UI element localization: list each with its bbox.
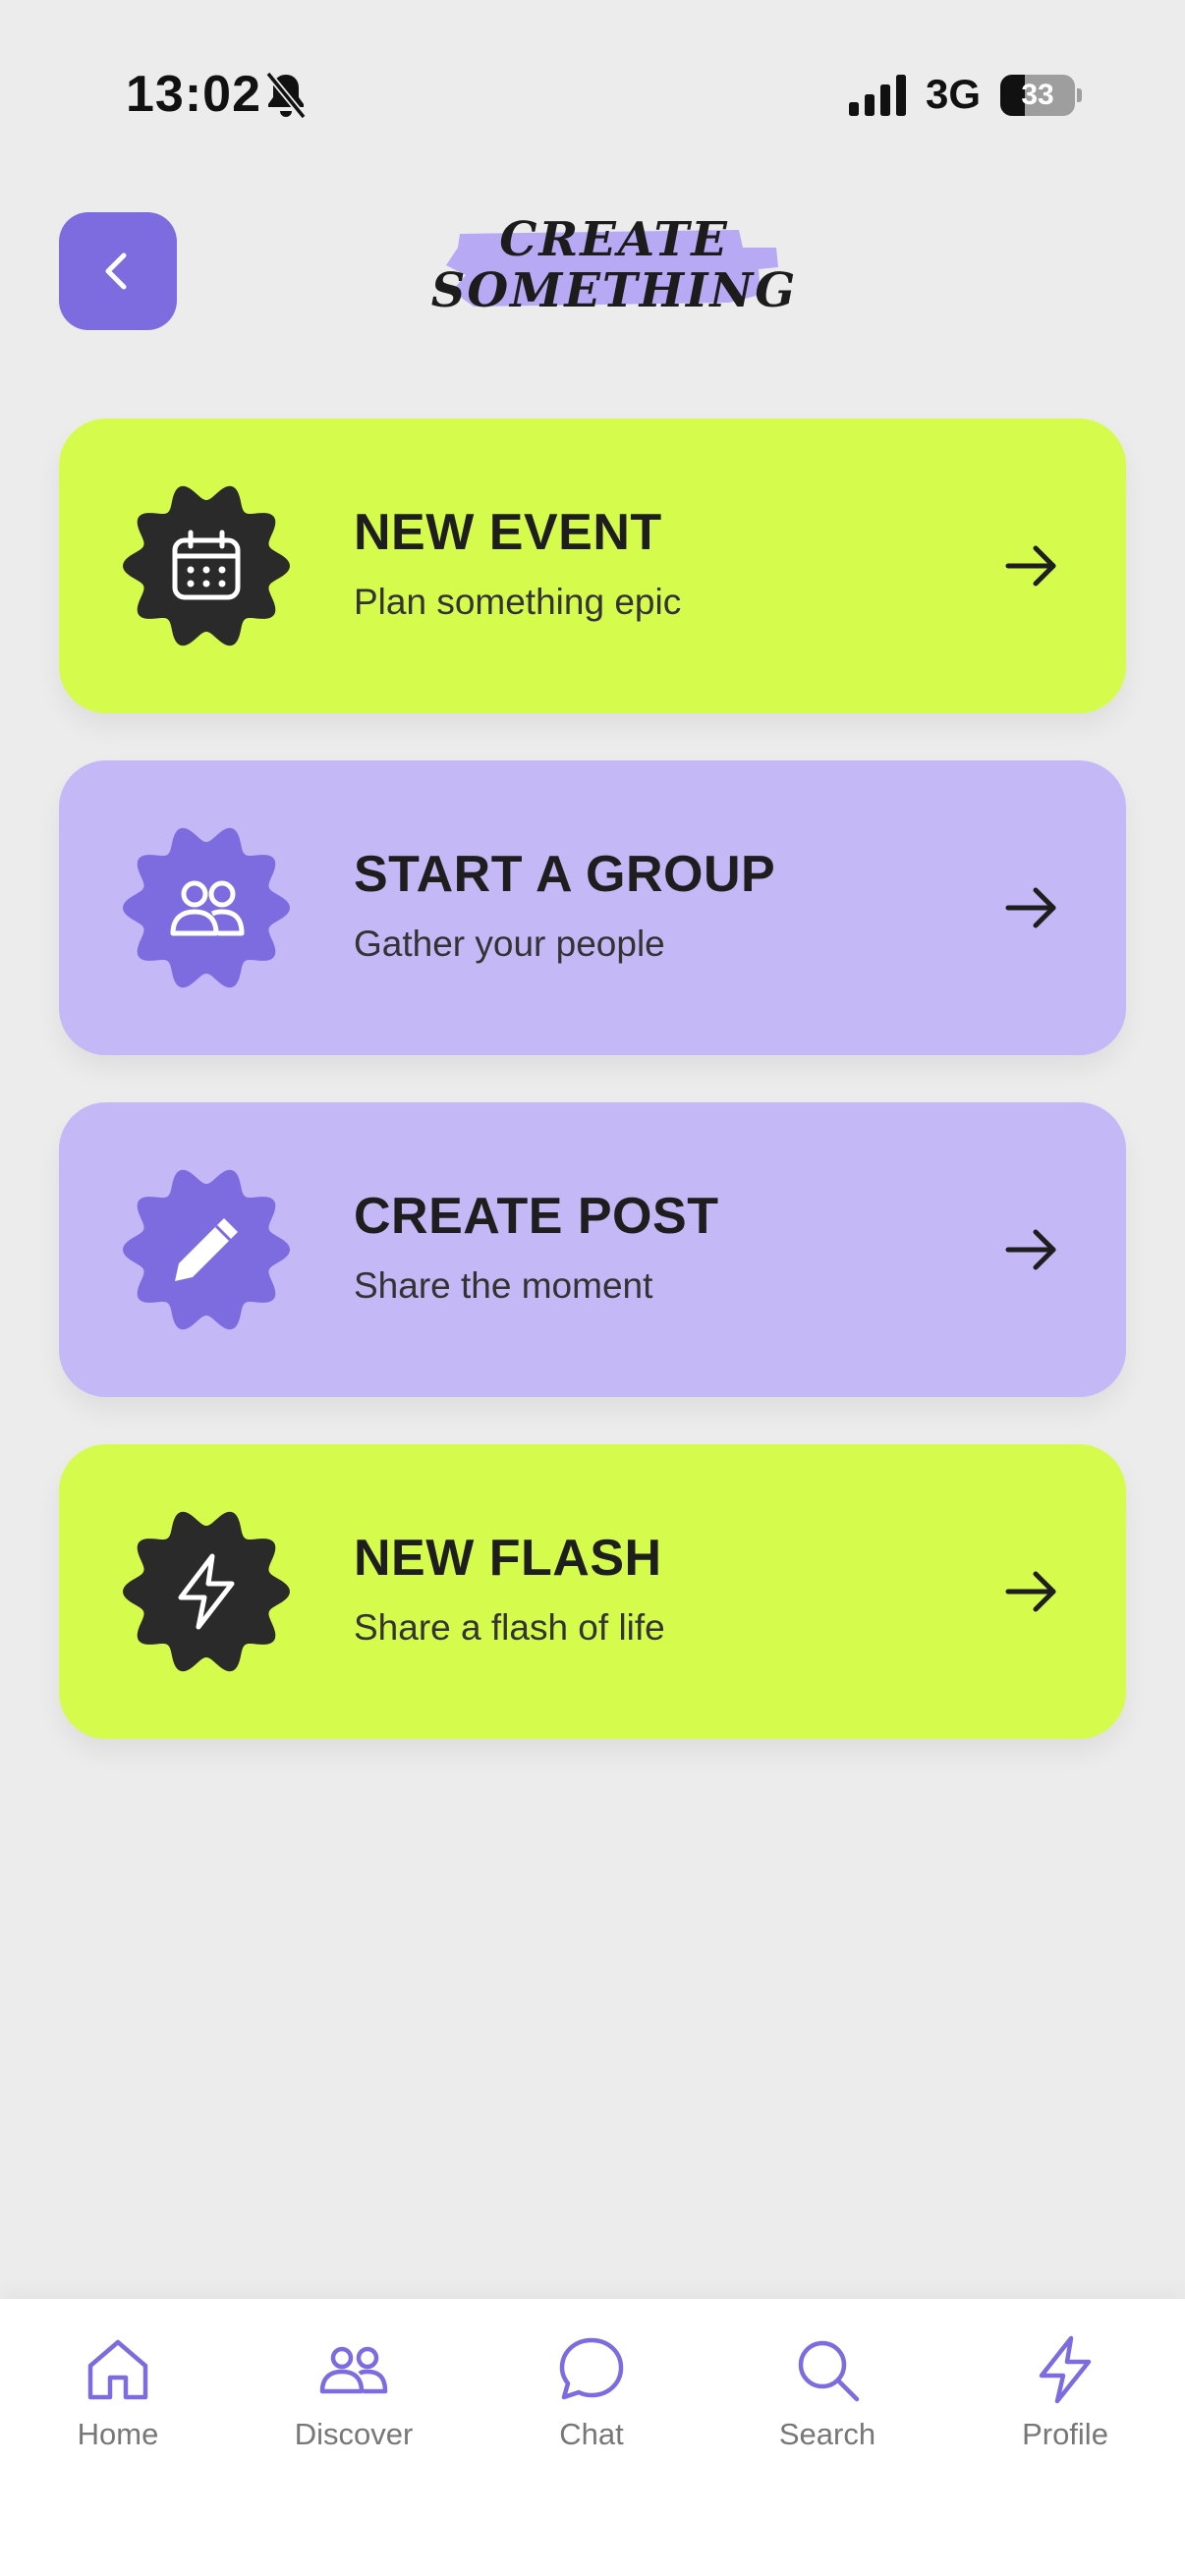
chevron-left-icon xyxy=(105,252,127,290)
battery-level: 33 xyxy=(1021,79,1054,111)
card-title: START A GROUP xyxy=(354,846,776,903)
pencil-icon xyxy=(175,1218,238,1281)
battery-icon: 33 xyxy=(1000,75,1082,116)
arrow-right-icon xyxy=(1005,1229,1056,1270)
create-something-screen: 13:02 3G 33 CREATE SOMETHING NEW EVENT P… xyxy=(0,0,1185,2576)
signal-bars-icon xyxy=(849,75,906,116)
bottom-nav: Home Discover Chat Search Profile xyxy=(0,2299,1185,2576)
logo-line-2: SOMETHING xyxy=(430,263,798,318)
post-badge xyxy=(120,1163,293,1336)
people-icon xyxy=(170,880,245,936)
people-icon xyxy=(319,2346,388,2394)
nav-home-label: Home xyxy=(77,2417,159,2451)
calendar-icon xyxy=(172,530,241,600)
lightning-icon xyxy=(1039,2335,1092,2404)
card-title: CREATE POST xyxy=(354,1188,719,1245)
nav-home[interactable]: Home xyxy=(20,2334,216,2482)
new-event-card[interactable]: NEW EVENT Plan something epic xyxy=(59,419,1126,713)
status-time: 13:02 xyxy=(126,66,261,123)
nav-chat[interactable]: Chat xyxy=(493,2334,690,2482)
chat-bubble-icon xyxy=(559,2337,624,2400)
create-options-list: NEW EVENT Plan something epic START A GR… xyxy=(59,419,1126,1786)
arrow-right-icon xyxy=(1005,545,1056,587)
nav-discover-label: Discover xyxy=(294,2417,414,2451)
arrow-right-icon xyxy=(1005,887,1056,928)
card-title: NEW EVENT xyxy=(354,504,662,561)
nav-discover[interactable]: Discover xyxy=(255,2334,452,2482)
start-group-card[interactable]: START A GROUP Gather your people xyxy=(59,760,1126,1055)
page-title-logo: CREATE SOMETHING xyxy=(423,204,806,332)
lightning-icon xyxy=(178,1553,235,1630)
card-subtitle: Share a flash of life xyxy=(354,1607,665,1648)
network-type: 3G xyxy=(926,71,982,117)
new-flash-card[interactable]: NEW FLASH Share a flash of life xyxy=(59,1444,1126,1739)
arrow-right-icon xyxy=(1005,1571,1056,1612)
nav-profile[interactable]: Profile xyxy=(967,2334,1163,2482)
nav-search-label: Search xyxy=(778,2417,876,2451)
nav-search[interactable]: Search xyxy=(729,2334,926,2482)
nav-chat-label: Chat xyxy=(559,2417,624,2451)
card-title: NEW FLASH xyxy=(354,1530,662,1587)
event-badge xyxy=(120,479,293,652)
card-subtitle: Plan something epic xyxy=(354,582,682,622)
create-post-card[interactable]: CREATE POST Share the moment xyxy=(59,1102,1126,1397)
card-subtitle: Share the moment xyxy=(354,1265,653,1306)
logo-line-1: CREATE xyxy=(499,212,729,267)
bell-slash-icon xyxy=(265,71,307,120)
group-badge xyxy=(120,821,293,994)
search-icon xyxy=(798,2340,860,2402)
nav-profile-label: Profile xyxy=(1022,2417,1108,2451)
back-button[interactable] xyxy=(59,212,177,330)
home-icon xyxy=(87,2339,148,2400)
status-bar: 13:02 3G 33 xyxy=(0,0,1185,193)
card-subtitle: Gather your people xyxy=(354,924,665,964)
flash-badge xyxy=(120,1505,293,1678)
